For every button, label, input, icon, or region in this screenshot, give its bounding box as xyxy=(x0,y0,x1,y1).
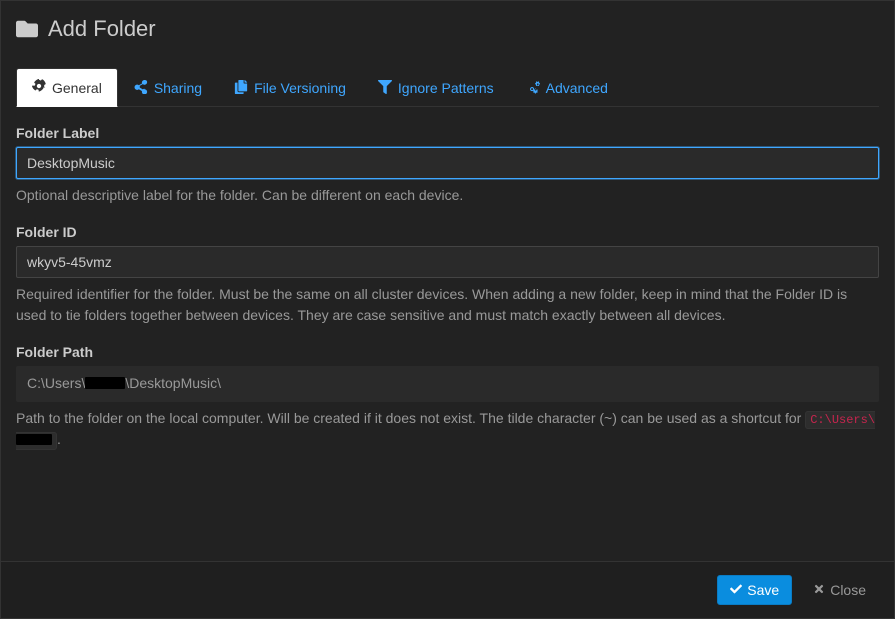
copy-icon xyxy=(234,80,248,97)
folder-label-label: Folder Label xyxy=(16,125,879,141)
folder-id-input[interactable] xyxy=(16,246,879,278)
dialog-title: Add Folder xyxy=(48,16,156,42)
share-icon xyxy=(134,80,148,97)
tab-label: Ignore Patterns xyxy=(398,80,494,96)
folder-path-display[interactable]: C:\Users\ \DesktopMusic\ xyxy=(16,366,879,402)
folder-label-group: Folder Label Optional descriptive label … xyxy=(16,125,879,206)
tab-sharing[interactable]: Sharing xyxy=(118,68,218,107)
redacted-username xyxy=(85,377,125,389)
folder-path-label: Folder Path xyxy=(16,344,879,360)
save-button-label: Save xyxy=(747,582,779,598)
folder-id-group: Folder ID Required identifier for the fo… xyxy=(16,224,879,326)
dialog-footer: Save Close xyxy=(1,561,894,618)
folder-path-suffix: \DesktopMusic\ xyxy=(125,374,221,394)
folder-path-help-text: Path to the folder on the local computer… xyxy=(16,410,805,426)
tab-bar: General Sharing File Versioning Ignore P… xyxy=(16,67,879,107)
tab-file-versioning[interactable]: File Versioning xyxy=(218,68,362,107)
dialog-body: General Sharing File Versioning Ignore P… xyxy=(1,57,894,561)
folder-id-label: Folder ID xyxy=(16,224,879,240)
tab-label: Advanced xyxy=(546,80,608,96)
tab-ignore-patterns[interactable]: Ignore Patterns xyxy=(362,68,510,107)
dialog-header: Add Folder xyxy=(1,1,894,57)
folder-path-prefix: C:\Users\ xyxy=(27,374,85,394)
folder-id-help: Required identifier for the folder. Must… xyxy=(16,284,879,326)
folder-path-group: Folder Path C:\Users\ \DesktopMusic\ Path… xyxy=(16,344,879,450)
tab-label: Sharing xyxy=(154,80,202,96)
tab-advanced[interactable]: Advanced xyxy=(510,68,624,107)
folder-label-help: Optional descriptive label for the folde… xyxy=(16,185,879,206)
filter-icon xyxy=(378,80,392,97)
close-button-label: Close xyxy=(830,582,866,598)
folder-label-input[interactable] xyxy=(16,147,879,179)
check-icon xyxy=(730,582,742,598)
folder-path-help-suffix: . xyxy=(57,431,61,447)
tab-label: General xyxy=(52,80,102,96)
close-button[interactable]: Close xyxy=(800,575,879,605)
redacted-username xyxy=(16,434,52,445)
close-icon xyxy=(813,582,825,598)
tab-general[interactable]: General xyxy=(16,68,118,107)
cogs-icon xyxy=(526,80,540,97)
folder-icon xyxy=(16,18,38,40)
folder-path-help: Path to the folder on the local computer… xyxy=(16,408,879,450)
add-folder-dialog: Add Folder General Sharing File Versioni… xyxy=(0,0,895,619)
save-button[interactable]: Save xyxy=(717,575,792,605)
gear-icon xyxy=(32,79,46,96)
tab-label: File Versioning xyxy=(254,80,346,96)
